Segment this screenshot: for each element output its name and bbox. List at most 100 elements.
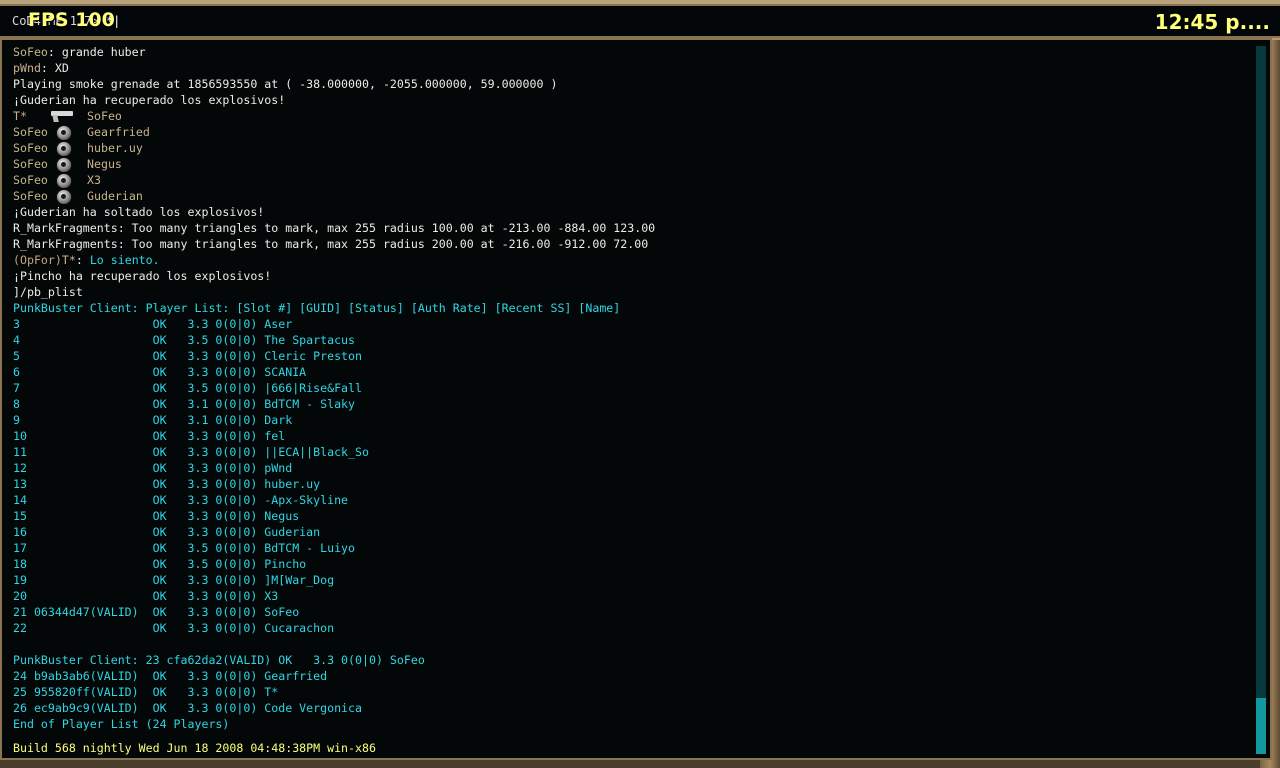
console-line: 25 955820ff(VALID) OK 3.3 0(0|0) T*	[13, 684, 1249, 700]
console-scrollbar[interactable]	[1256, 46, 1266, 754]
console-text: Lo siento.	[89, 253, 160, 267]
console-text: ]/pb_plist	[13, 285, 83, 299]
console-text: 6 OK 3.3 0(0|0) SCANIA	[13, 365, 307, 379]
console-text: 8 OK 3.1 0(0|0) BdTCM - Slaky	[13, 397, 356, 411]
console-line: 11 OK 3.3 0(0|0) ||ECA||Black_So	[13, 444, 1249, 460]
console-text: 20 OK 3.3 0(0|0) X3	[13, 589, 279, 603]
console-text: 15 OK 3.3 0(0|0) Negus	[13, 509, 300, 523]
console-text: 22 OK 3.3 0(0|0) Cucarachon	[13, 621, 335, 635]
console-text: 25 955820ff(VALID) OK 3.3 0(0|0) T*	[13, 685, 279, 699]
victim-name: huber.uy	[87, 141, 143, 155]
console-line: Playing smoke grenade at 1856593550 at (…	[13, 76, 1249, 92]
console-text: T*	[61, 253, 76, 267]
clock-display: 12:45 p....	[1154, 10, 1270, 34]
console-line: 18 OK 3.5 0(0|0) Pincho	[13, 556, 1249, 572]
console-output-panel[interactable]: SoFeo: grande huber pWnd: XD Playing smoke…	[0, 38, 1272, 760]
victim-name: Gearfried	[87, 125, 150, 139]
console-text: 13 OK 3.3 0(0|0) huber.uy	[13, 477, 321, 491]
console-text: ¡Guderian ha recuperado los explosivos!	[13, 93, 286, 107]
console-text: 7 OK 3.5 0(0|0) |666|Rise&Fall	[13, 381, 363, 395]
console-text: 12 OK 3.3 0(0|0) pWnd	[13, 461, 293, 475]
console-line: R_MarkFragments: Too many triangles to m…	[13, 220, 1249, 236]
console-text: 10 OK 3.3 0(0|0) fel	[13, 429, 286, 443]
console-text: 9 OK 3.1 0(0|0) Dark	[13, 413, 293, 427]
console-line: 9 OK 3.1 0(0|0) Dark	[13, 412, 1249, 428]
console-line: 17 OK 3.5 0(0|0) BdTCM - Luiyo	[13, 540, 1249, 556]
console-line: PunkBuster Client: Player List: [Slot #]…	[13, 300, 1249, 316]
console-line: 7 OK 3.5 0(0|0) |666|Rise&Fall	[13, 380, 1249, 396]
console-line: 19 OK 3.3 0(0|0) ]M[War_Dog	[13, 572, 1249, 588]
console-text: 4 OK 3.5 0(0|0) The Spartacus	[13, 333, 356, 347]
console-text: 21 06344d47(VALID) OK 3.3 0(0|0) SoFeo	[13, 605, 300, 619]
console-line: ¡Guderian ha soltado los explosivos!	[13, 204, 1249, 220]
scrollbar-thumb[interactable]	[1256, 698, 1266, 754]
console-text: pWnd	[13, 61, 41, 75]
killfeed-line: SoFeo Guderian	[13, 188, 1249, 204]
console-line: 12 OK 3.3 0(0|0) pWnd	[13, 460, 1249, 476]
console-text: :	[75, 253, 90, 267]
console-line: (OpFor)T*: Lo siento.	[13, 252, 1249, 268]
killfeed-line: SoFeo X3	[13, 172, 1249, 188]
console-text: : grande huber	[47, 45, 146, 59]
console-line: ¡Guderian ha recuperado los explosivos!	[13, 92, 1249, 108]
console-text: R_MarkFragments: Too many triangles to m…	[13, 221, 656, 235]
grenade-icon	[47, 140, 81, 156]
console-text: 11 OK 3.3 0(0|0) ||ECA||Black_So	[13, 445, 369, 459]
console-line: 24 b9ab3ab6(VALID) OK 3.3 0(0|0) Gearfri…	[13, 668, 1249, 684]
console-text: 17 OK 3.5 0(0|0) BdTCM - Luiyo	[13, 541, 356, 555]
console-text: PunkBuster Client: Player List: [Slot #]…	[13, 301, 621, 315]
console-line: ]/pb_plist	[13, 284, 1249, 300]
console-text: 19 OK 3.3 0(0|0) ]M[War_Dog	[13, 573, 335, 587]
console-line: SoFeo: grande huber	[13, 44, 1249, 60]
console-text: Playing smoke grenade at 1856593550 at (…	[13, 77, 558, 91]
console-text: 18 OK 3.5 0(0|0) Pincho	[13, 557, 307, 571]
console-text: End of Player List (24 Players)	[13, 717, 230, 731]
console-line: 13 OK 3.3 0(0|0) huber.uy	[13, 476, 1249, 492]
console-line: R_MarkFragments: Too many triangles to m…	[13, 236, 1249, 252]
victim-name: X3	[87, 173, 101, 187]
console-line: 5 OK 3.3 0(0|0) Cleric Preston	[13, 348, 1249, 364]
grenade-icon	[47, 188, 81, 204]
fps-counter: FPS 100	[28, 9, 115, 31]
console-line: 26 ec9ab9c9(VALID) OK 3.3 0(0|0) Code Ve…	[13, 700, 1249, 716]
grenade-icon	[47, 156, 81, 172]
killer-name: SoFeo	[13, 189, 48, 203]
victim-name: Negus	[87, 157, 122, 171]
victim-name: Guderian	[87, 189, 143, 203]
console-text: 16 OK 3.3 0(0|0) Guderian	[13, 525, 321, 539]
killer-name: SoFeo	[13, 173, 48, 187]
killfeed-line: SoFeo Negus	[13, 156, 1249, 172]
console-line: 14 OK 3.3 0(0|0) -Apx-Skyline	[13, 492, 1249, 508]
console-input-bar[interactable]: CoD4 MP 1.7> *| FPS 100 12:45 p....	[0, 4, 1280, 38]
killer-name: SoFeo	[13, 157, 48, 171]
killfeed-line: SoFeo huber.uy	[13, 140, 1249, 156]
console-line: 15 OK 3.3 0(0|0) Negus	[13, 508, 1249, 524]
console-text: 3 OK 3.3 0(0|0) Aser	[13, 317, 293, 331]
console-text: PunkBuster Client: 23 cfa62da2(VALID) OK…	[13, 653, 425, 667]
killfeed-line: SoFeo Gearfried	[13, 124, 1249, 140]
grenade-icon	[47, 124, 81, 140]
console-text: R_MarkFragments: Too many triangles to m…	[13, 237, 649, 251]
console-text: ¡Guderian ha soltado los explosivos!	[13, 205, 265, 219]
pistol-icon	[47, 108, 81, 124]
console-line: 21 06344d47(VALID) OK 3.3 0(0|0) SoFeo	[13, 604, 1249, 620]
console-line: 22 OK 3.3 0(0|0) Cucarachon	[13, 620, 1249, 636]
killer-name: SoFeo	[13, 125, 48, 139]
console-line: 3 OK 3.3 0(0|0) Aser	[13, 316, 1249, 332]
console-line: End of Player List (24 Players)	[13, 716, 1249, 732]
console-text: 5 OK 3.3 0(0|0) Cleric Preston	[13, 349, 363, 363]
console-line: ¡Pincho ha recuperado los explosivos!	[13, 268, 1249, 284]
console-line: 20 OK 3.3 0(0|0) X3	[13, 588, 1249, 604]
console-line: 8 OK 3.1 0(0|0) BdTCM - Slaky	[13, 396, 1249, 412]
console-text: 26 ec9ab9c9(VALID) OK 3.3 0(0|0) Code Ve…	[13, 701, 363, 715]
console-line: 16 OK 3.3 0(0|0) Guderian	[13, 524, 1249, 540]
console-text: : XD	[40, 61, 69, 75]
console-line: 4 OK 3.5 0(0|0) The Spartacus	[13, 332, 1249, 348]
grenade-icon	[47, 172, 81, 188]
victim-name: SoFeo	[87, 109, 122, 123]
console-line: 6 OK 3.3 0(0|0) SCANIA	[13, 364, 1249, 380]
console-line: PunkBuster Client: 23 cfa62da2(VALID) OK…	[13, 652, 1249, 668]
console-text: 24 b9ab3ab6(VALID) OK 3.3 0(0|0) Gearfri…	[13, 669, 328, 683]
build-info: Build 568 nightly Wed Jun 18 2008 04:48:…	[13, 741, 376, 755]
